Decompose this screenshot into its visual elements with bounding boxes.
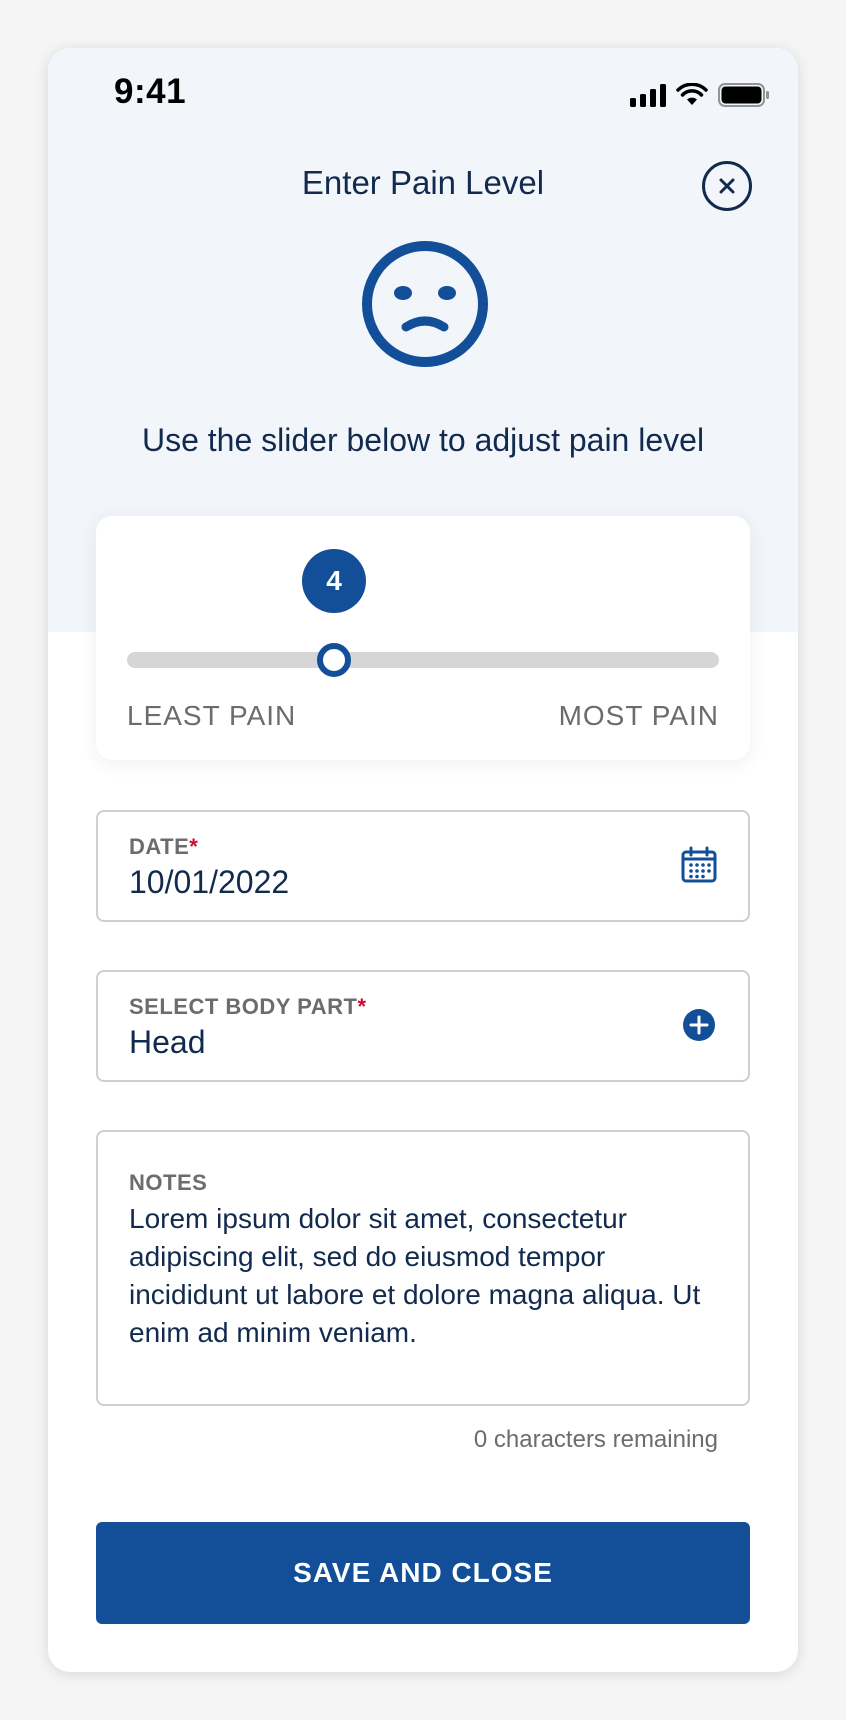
notes-field[interactable]: NOTES Lorem ipsum dolor sit amet, consec… [96, 1130, 750, 1406]
slider-instructions: Use the slider below to adjust pain leve… [141, 422, 705, 458]
wifi-icon [676, 83, 708, 105]
close-icon [719, 178, 735, 194]
notes-field-label: NOTES [129, 1170, 208, 1195]
body-part-field[interactable]: SELECT BODY PART* Head [96, 970, 750, 1082]
body-part-field-value: Head [129, 1024, 206, 1060]
save-and-close-button[interactable]: SAVE AND CLOSE [96, 1522, 750, 1624]
status-icons [630, 80, 770, 110]
notes-text[interactable]: Lorem ipsum dolor sit amet, consectetur … [129, 1200, 719, 1352]
battery-icon [718, 83, 769, 107]
characters-remaining: 0 characters remaining [473, 1426, 718, 1453]
date-field-value: 10/01/2022 [129, 864, 290, 900]
slider-min-label: LEAST PAIN [127, 700, 297, 731]
add-circle-icon[interactable] [680, 1006, 718, 1044]
close-button[interactable] [702, 161, 752, 211]
page-title: Enter Pain Level [301, 164, 545, 201]
pain-slider-card: 4 LEAST PAIN MOST PAIN [96, 516, 750, 760]
body-part-field-label: SELECT BODY PART* [129, 994, 367, 1019]
slider-value-badge: 4 [302, 549, 366, 613]
required-marker: * [189, 834, 199, 859]
required-marker: * [357, 994, 367, 1019]
calendar-icon[interactable] [680, 846, 718, 884]
slider-max-label: MOST PAIN [558, 700, 719, 731]
date-field-label: DATE* [129, 834, 199, 859]
sad-face-icon [362, 241, 488, 367]
pain-entry-screen: 9:41 Enter Pain Level Use the slider bel… [48, 48, 798, 1672]
pain-slider-track[interactable] [127, 652, 719, 668]
cellular-signal-icon [630, 83, 666, 107]
status-bar: 9:41 [48, 48, 798, 140]
pain-slider-thumb[interactable] [317, 643, 351, 677]
status-time: 9:41 [114, 72, 187, 111]
date-field[interactable]: DATE* 10/01/2022 [96, 810, 750, 922]
